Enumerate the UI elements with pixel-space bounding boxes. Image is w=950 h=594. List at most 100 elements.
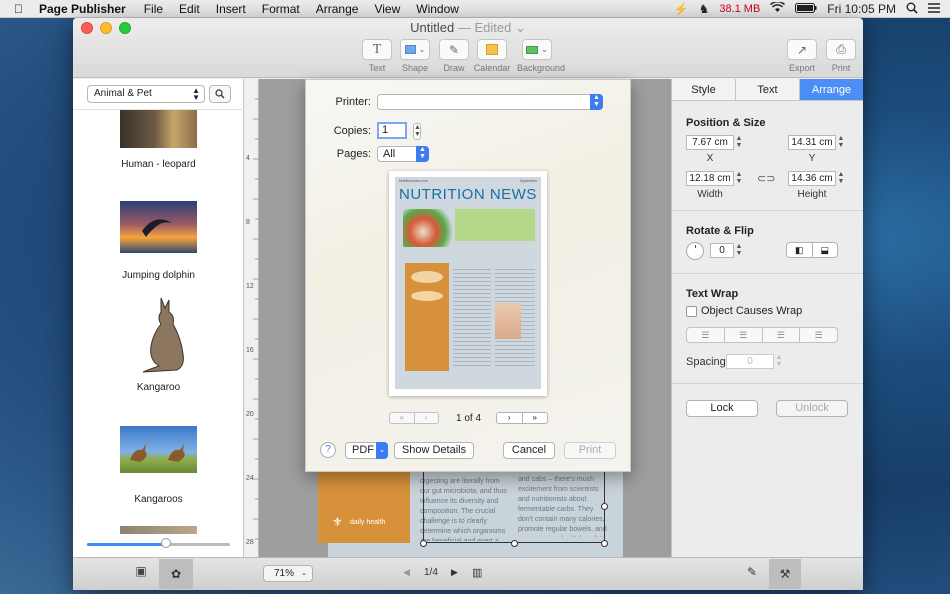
menu-edit[interactable]: Edit xyxy=(179,2,200,16)
spotlight-search-icon[interactable] xyxy=(906,2,918,17)
image-view-icon[interactable]: ▣ xyxy=(127,564,155,584)
next-page-icon[interactable]: › xyxy=(497,413,523,423)
menu-arrange[interactable]: Arrange xyxy=(316,2,359,16)
object-causes-wrap-label: Object Causes Wrap xyxy=(701,305,803,317)
edit-notes-icon[interactable]: ✎ xyxy=(747,565,757,579)
clipart-kangaroo[interactable] xyxy=(123,294,193,374)
selection-handle[interactable] xyxy=(601,503,608,510)
wifi-icon[interactable] xyxy=(770,0,786,16)
last-page-icon[interactable]: » xyxy=(523,413,548,423)
preview-title: NUTRITION NEWS xyxy=(399,186,537,203)
toolbar-background[interactable]: ⌄ Background xyxy=(517,39,565,73)
slider-knob[interactable] xyxy=(160,538,171,548)
preview-intro-box xyxy=(455,209,535,241)
show-details-button[interactable]: Show Details xyxy=(394,442,474,459)
flip-vertical-icon[interactable]: ⬓ xyxy=(813,243,838,257)
pdf-menu-button[interactable]: PDF ⌄ xyxy=(345,442,388,459)
lock-button[interactable]: Lock xyxy=(686,400,758,417)
toolbar-text[interactable]: T Text xyxy=(357,39,397,73)
rotation-dial[interactable] xyxy=(686,242,704,260)
title-bar: Untitled — Edited ⌄ T Text ⌄ Shape ✎ Dra… xyxy=(73,18,863,78)
x-field[interactable]: 7.67 cm xyxy=(686,135,734,150)
selection-handle[interactable] xyxy=(511,540,518,547)
tab-text[interactable]: Text xyxy=(736,79,800,100)
zoom-select[interactable]: 71% ⌄ xyxy=(263,565,313,582)
clock[interactable]: Fri 10:05 PM xyxy=(827,2,896,16)
status-app-icon[interactable]: ⚡ xyxy=(674,2,689,16)
width-field[interactable]: 12.18 cm xyxy=(686,171,734,186)
previous-page-icon[interactable]: ‹ xyxy=(415,413,439,423)
x-stepper[interactable]: ▲ ▼ xyxy=(735,135,743,150)
print-button[interactable]: Print xyxy=(564,442,616,459)
menu-insert[interactable]: Insert xyxy=(216,2,246,16)
object-causes-wrap-checkbox[interactable] xyxy=(686,306,697,317)
battery-icon[interactable] xyxy=(795,2,817,16)
toolbar-export[interactable]: ↗ Export xyxy=(782,39,822,73)
notification-center-icon[interactable] xyxy=(928,2,940,16)
apple-icon[interactable]:  xyxy=(14,2,23,16)
copies-field[interactable]: 1 xyxy=(377,122,407,139)
toolbar-export-label: Export xyxy=(788,63,815,73)
y-field[interactable]: 14.31 cm xyxy=(788,135,836,150)
help-button[interactable]: ? xyxy=(320,442,336,458)
calendar-icon xyxy=(477,39,507,60)
cancel-button[interactable]: Cancel xyxy=(503,442,555,459)
copies-stepper[interactable]: ▲ ▼ xyxy=(413,123,421,140)
toolbar-print[interactable]: ⎙ Print xyxy=(821,39,861,73)
divider xyxy=(672,273,863,274)
orange-sidebar-box[interactable]: ⚜ daily health xyxy=(318,471,410,543)
menu-format[interactable]: Format xyxy=(262,2,300,16)
toolbar-shape[interactable]: ⌄ Shape xyxy=(395,39,435,73)
activity-icon[interactable]: ♞ xyxy=(699,2,710,16)
selection-handle[interactable] xyxy=(601,540,608,547)
spacing-stepper[interactable]: ▲ ▼ xyxy=(775,354,783,369)
height-field[interactable]: 14.36 cm xyxy=(788,171,836,186)
printer-select[interactable]: ▲ ▼ xyxy=(377,94,603,110)
tab-style[interactable]: Style xyxy=(672,79,736,100)
wrap-top-bottom-icon[interactable]: ☰ xyxy=(763,328,801,342)
wrap-right-icon[interactable]: ☰ xyxy=(800,328,837,342)
rotation-field[interactable]: 0 xyxy=(710,243,734,258)
rotation-stepper[interactable]: ▲ ▼ xyxy=(735,243,743,258)
clipart-view-icon[interactable]: ✿ xyxy=(159,559,193,589)
toolbar-calendar[interactable]: Calendar xyxy=(472,39,512,73)
flip-segmented-control: ◧ ⬓ xyxy=(786,242,838,258)
menu-app-name[interactable]: Page Publisher xyxy=(39,2,126,16)
ruler-mark: 20 xyxy=(246,411,254,418)
chevron-down-icon: ⌄ xyxy=(301,570,307,577)
library-search-button[interactable] xyxy=(209,85,231,103)
clipart-next-item[interactable] xyxy=(120,526,197,534)
clipart-human-leopard[interactable] xyxy=(120,110,197,148)
preview-page-indicator: 1 of 4 xyxy=(456,413,482,424)
toolbar-shape-label: Shape xyxy=(401,63,429,73)
tab-arrange[interactable]: Arrange xyxy=(800,79,863,100)
flip-horizontal-icon[interactable]: ◧ xyxy=(787,243,813,257)
wrap-around-icon[interactable]: ☰ xyxy=(725,328,763,342)
pages-select[interactable]: All ▲ ▼ xyxy=(377,146,429,162)
wrap-left-icon[interactable]: ☰ xyxy=(687,328,725,342)
selection-handle[interactable] xyxy=(420,540,427,547)
clipart-jumping-dolphin[interactable] xyxy=(120,201,197,253)
print-preview-page: Nutritionnews.com September NUTRITION NE… xyxy=(389,171,547,396)
toolbar-draw[interactable]: ✎ Draw xyxy=(434,39,474,73)
category-select[interactable]: Animal & Pet ▲ ▼ xyxy=(87,85,205,103)
page-thumbnails-icon[interactable]: ▥ xyxy=(472,566,482,579)
link-icon[interactable]: ⊂⊃ xyxy=(757,172,775,185)
next-page-icon[interactable]: ▶ xyxy=(451,567,458,578)
height-stepper[interactable]: ▲ ▼ xyxy=(837,171,845,186)
clipart-kangaroos[interactable] xyxy=(120,426,197,473)
spacing-field[interactable]: 0 xyxy=(726,354,774,369)
search-icon xyxy=(215,89,225,99)
menu-file[interactable]: File xyxy=(144,2,163,16)
previous-page-icon[interactable]: ◀ xyxy=(403,567,410,578)
selection-frame[interactable] xyxy=(423,471,605,543)
inspector-tools-icon[interactable]: ⚒ xyxy=(769,559,801,589)
menu-window[interactable]: Window xyxy=(416,2,459,16)
unlock-button[interactable]: Unlock xyxy=(776,400,848,417)
thumbnail-size-slider[interactable] xyxy=(87,538,230,548)
menu-view[interactable]: View xyxy=(374,2,400,16)
first-page-icon[interactable]: « xyxy=(390,413,415,423)
width-stepper[interactable]: ▲ ▼ xyxy=(735,171,743,186)
y-stepper[interactable]: ▲ ▼ xyxy=(837,135,845,150)
memory-readout[interactable]: 38.1 MB xyxy=(719,3,760,15)
